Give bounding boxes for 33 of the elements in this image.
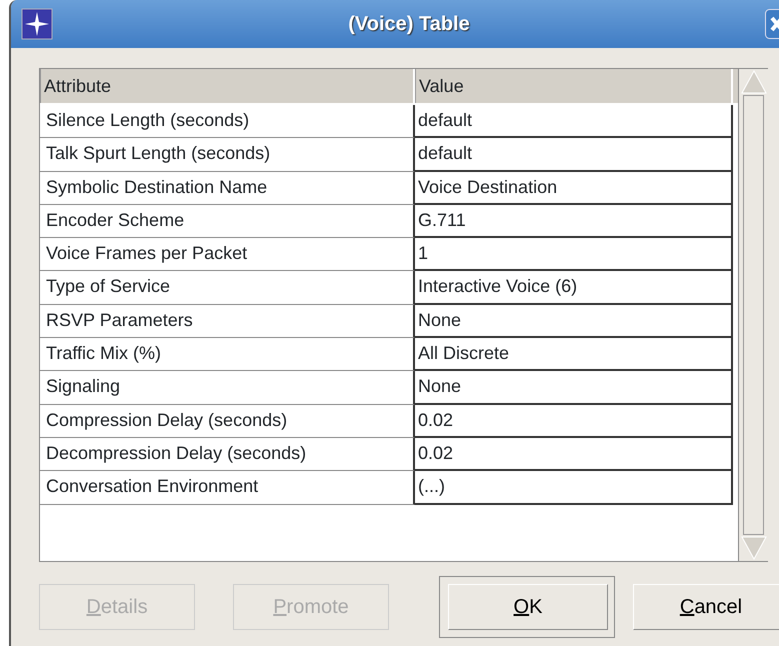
attribute-cell: Encoder Scheme — [40, 204, 415, 238]
value-cell[interactable]: None — [415, 304, 733, 338]
attribute-cell: Silence Length (seconds) — [40, 105, 415, 138]
value-cell[interactable]: Interactive Voice (6) — [415, 271, 733, 305]
attribute-cell: Decompression Delay (seconds) — [40, 438, 415, 472]
attribute-cell: Talk Spurt Length (seconds) — [40, 138, 415, 172]
attribute-cell: Type of Service — [40, 271, 415, 305]
value-cell[interactable]: All Discrete — [415, 338, 733, 372]
scroll-down-icon[interactable] — [739, 535, 769, 561]
attribute-cell: Traffic Mix (%) — [40, 338, 415, 372]
column-header[interactable]: Value — [415, 69, 733, 103]
window-title: (Voice) Table — [347, 12, 471, 37]
value-cell[interactable]: default — [415, 105, 733, 138]
attribute-cell: Compression Delay (seconds) — [40, 404, 415, 438]
attribute-cell: Voice Frames per Packet — [40, 238, 415, 272]
attribute-cell: RSVP Parameters — [40, 304, 415, 338]
dialog-button[interactable]: OK — [448, 584, 608, 630]
attribute-cell: Symbolic Destination Name — [40, 172, 415, 205]
value-cell[interactable]: Voice Destination — [415, 172, 733, 205]
value-cell[interactable]: None — [415, 371, 733, 405]
column-header[interactable]: Attribute — [40, 69, 415, 103]
value-cell[interactable]: default — [415, 138, 733, 172]
scroll-up-icon[interactable] — [739, 69, 769, 95]
dialog-button[interactable]: Cancel — [633, 584, 779, 630]
app-icon — [21, 8, 53, 40]
value-cell[interactable]: (...) — [415, 471, 733, 505]
value-cell[interactable]: 1 — [415, 238, 733, 272]
scrollbar[interactable] — [738, 69, 768, 561]
attribute-cell: Signaling — [40, 371, 415, 405]
value-cell[interactable]: G.711 — [415, 204, 733, 238]
value-cell[interactable]: 0.02 — [415, 438, 733, 472]
attribute-cell: Conversation Environment — [40, 471, 415, 505]
value-cell[interactable]: 0.02 — [415, 404, 733, 438]
